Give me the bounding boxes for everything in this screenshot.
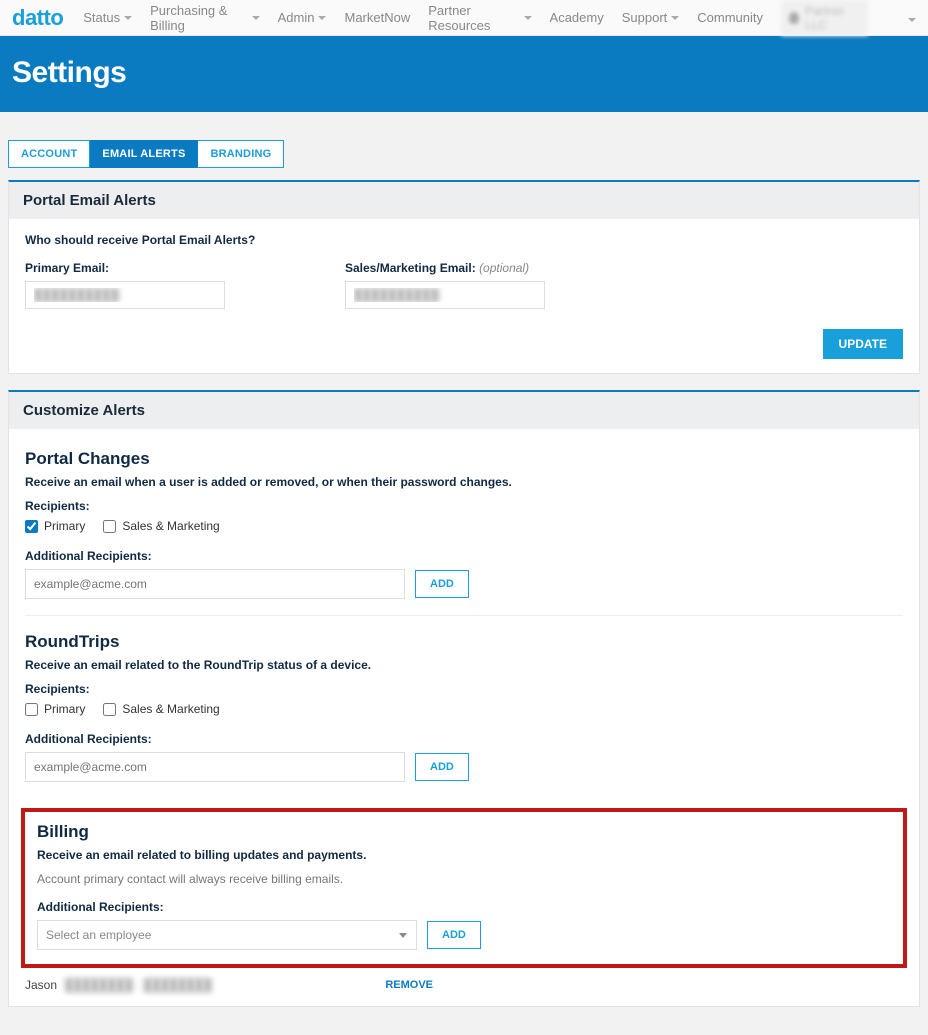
tab-account[interactable]: ACCOUNT: [8, 140, 90, 168]
panel-header-customize: Customize Alerts: [9, 392, 919, 429]
roundtrips-add-email-input[interactable]: [25, 752, 405, 782]
recipients-label-2: Recipients:: [25, 682, 903, 696]
section-billing-highlight: Billing Receive an email related to bill…: [21, 808, 907, 968]
settings-tabs: ACCOUNT EMAIL ALERTS BRANDING: [8, 140, 920, 168]
primary-email-input[interactable]: [25, 281, 225, 309]
billing-title: Billing: [37, 822, 891, 842]
portal-changes-sales-checkbox[interactable]: [103, 520, 116, 533]
primary-email-label: Primary Email:: [25, 261, 225, 275]
brand-logo: datto: [12, 5, 63, 31]
recipients-label-1: Recipients:: [25, 499, 903, 513]
portal-changes-add-button[interactable]: ADD: [415, 570, 469, 598]
page-banner: Settings: [0, 36, 928, 112]
nav-support[interactable]: Support: [622, 10, 680, 25]
billing-recipient-row: Jason ████████ · ████████ REMOVE: [25, 978, 903, 992]
nav-community[interactable]: Community: [697, 10, 763, 25]
section-portal-changes: Portal Changes Receive an email when a u…: [25, 443, 903, 616]
tab-email-alerts[interactable]: EMAIL ALERTS: [90, 140, 198, 168]
nav-status[interactable]: Status: [83, 10, 132, 25]
additional-recipients-label-3: Additional Recipients:: [37, 900, 891, 914]
sales-email-input[interactable]: [345, 281, 545, 309]
roundtrips-primary-check[interactable]: Primary: [25, 702, 85, 716]
user-icon: [789, 12, 799, 24]
billing-desc: Receive an email related to billing upda…: [37, 848, 891, 862]
page-title: Settings: [12, 56, 916, 90]
roundtrips-add-button[interactable]: ADD: [415, 753, 469, 781]
user-menu-caret[interactable]: [908, 10, 916, 25]
sales-email-label: Sales/Marketing Email: (optional): [345, 261, 545, 275]
nav-purchasing-billing[interactable]: Purchasing & Billing: [150, 3, 260, 33]
panel-header-portal-alerts: Portal Email Alerts: [9, 182, 919, 219]
portal-changes-title: Portal Changes: [25, 449, 903, 469]
billing-recipient-name: Jason: [25, 978, 57, 992]
portal-changes-primary-checkbox[interactable]: [25, 520, 38, 533]
update-button[interactable]: UPDATE: [823, 329, 903, 359]
portal-changes-primary-check[interactable]: Primary: [25, 519, 85, 533]
roundtrips-desc: Receive an email related to the RoundTri…: [25, 658, 903, 672]
portal-changes-desc: Receive an email when a user is added or…: [25, 475, 903, 489]
user-label: Partner LLC: [805, 4, 860, 32]
billing-add-button[interactable]: ADD: [427, 921, 481, 949]
section-roundtrips: RoundTrips Receive an email related to t…: [25, 626, 903, 798]
optional-hint: (optional): [479, 261, 529, 275]
top-nav: datto Status Purchasing & Billing Admin …: [0, 0, 928, 36]
panel-customize-alerts: Customize Alerts Portal Changes Receive …: [8, 390, 920, 1007]
roundtrips-title: RoundTrips: [25, 632, 903, 652]
additional-recipients-label-1: Additional Recipients:: [25, 549, 903, 563]
roundtrips-sales-check[interactable]: Sales & Marketing: [103, 702, 219, 716]
portal-alerts-question: Who should receive Portal Email Alerts?: [25, 233, 903, 247]
user-menu[interactable]: Partner LLC: [781, 0, 868, 36]
additional-recipients-label-2: Additional Recipients:: [25, 732, 903, 746]
billing-recipient-remove[interactable]: REMOVE: [385, 979, 903, 991]
nav-academy[interactable]: Academy: [550, 10, 604, 25]
roundtrips-sales-checkbox[interactable]: [103, 703, 116, 716]
roundtrips-primary-checkbox[interactable]: [25, 703, 38, 716]
nav-admin[interactable]: Admin: [278, 10, 327, 25]
portal-changes-sales-check[interactable]: Sales & Marketing: [103, 519, 219, 533]
nav-partner-resources[interactable]: Partner Resources: [428, 3, 531, 33]
billing-note: Account primary contact will always rece…: [37, 872, 891, 886]
portal-changes-add-email-input[interactable]: [25, 569, 405, 599]
panel-portal-email-alerts: Portal Email Alerts Who should receive P…: [8, 180, 920, 374]
tab-branding[interactable]: BRANDING: [198, 140, 284, 168]
nav-marketnow[interactable]: MarketNow: [344, 10, 410, 25]
billing-recipient-masked: ████████ · ████████: [65, 978, 212, 992]
